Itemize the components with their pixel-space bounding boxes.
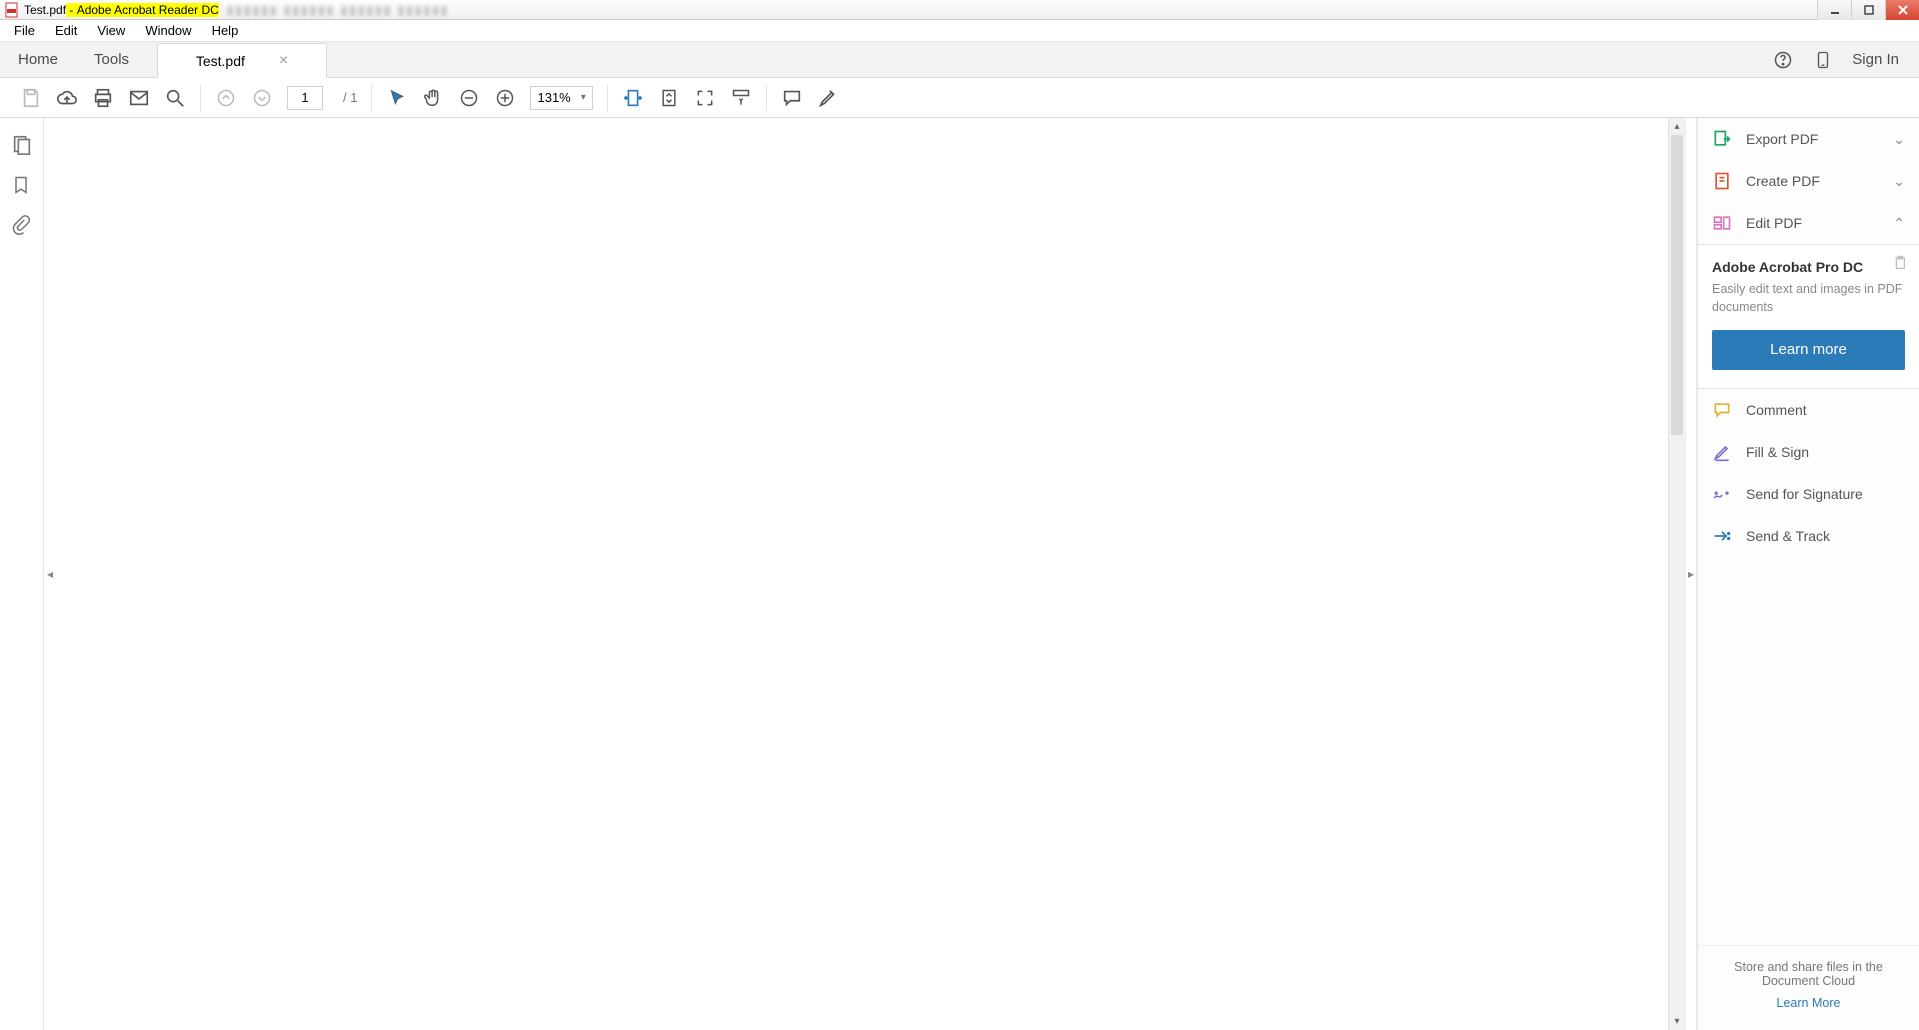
sign-in-link[interactable]: Sign In — [1852, 51, 1899, 68]
tool-create-pdf[interactable]: Create PDF ⌄ — [1698, 160, 1919, 202]
tool-label: Send & Track — [1746, 528, 1830, 544]
tool-comment[interactable]: Comment — [1698, 389, 1919, 431]
menu-help[interactable]: Help — [202, 20, 249, 42]
menu-view[interactable]: View — [87, 20, 135, 42]
tool-send-track[interactable]: Send & Track — [1698, 515, 1919, 557]
create-pdf-icon — [1712, 171, 1732, 191]
comment-tool-icon — [1712, 400, 1732, 420]
help-icon[interactable] — [1772, 49, 1794, 71]
tool-send-signature[interactable]: Send for Signature — [1698, 473, 1919, 515]
vertical-scrollbar[interactable]: ▴ ▾ — [1668, 118, 1685, 1030]
blurred-tabs: ▮▮▮▮▮▮ ▮▮▮▮▮▮ ▮▮▮▮▮▮ ▮▮▮▮▮▮ — [227, 3, 450, 17]
attachment-icon[interactable] — [11, 214, 33, 236]
window-title-app: Adobe Acrobat Reader DC — [77, 3, 219, 17]
hand-tool-icon[interactable] — [422, 87, 444, 109]
promo-desc: Easily edit text and images in PDF docum… — [1712, 281, 1905, 316]
scroll-thumb[interactable] — [1671, 135, 1683, 435]
tool-label: Fill & Sign — [1746, 444, 1809, 460]
tool-label: Comment — [1746, 402, 1807, 418]
selection-tool-icon[interactable] — [386, 87, 408, 109]
scroll-track[interactable] — [1669, 135, 1685, 1013]
footer-learn-more-link[interactable]: Learn More — [1718, 996, 1899, 1010]
send-track-icon — [1712, 526, 1732, 546]
tool-edit-pdf[interactable]: Edit PDF ⌃ — [1698, 202, 1919, 244]
zoom-in-icon[interactable] — [494, 87, 516, 109]
tab-close-icon[interactable]: × — [279, 53, 288, 69]
page-number-input[interactable] — [287, 86, 323, 110]
zoom-select[interactable]: 131% ▾ — [530, 86, 592, 110]
tab-document-label: Test.pdf — [196, 53, 245, 69]
tab-tools[interactable]: Tools — [76, 42, 147, 77]
document-area: ◂ ▴ ▾ — [44, 118, 1685, 1030]
right-panel-handle[interactable]: ▸ — [1685, 118, 1697, 1030]
main-area: ◂ ▴ ▾ ▸ Export PDF ⌄ Create PDF ⌄ Edit P… — [0, 118, 1919, 1030]
tool-export-pdf[interactable]: Export PDF ⌄ — [1698, 118, 1919, 160]
tool-label: Send for Signature — [1746, 486, 1863, 502]
zoom-out-icon[interactable] — [458, 87, 480, 109]
toolbar-separator — [766, 85, 767, 111]
close-button[interactable] — [1885, 0, 1919, 20]
chevron-down-icon: ⌄ — [1893, 173, 1905, 190]
toolbar-separator — [607, 85, 608, 111]
left-panel-handle[interactable]: ◂ — [44, 554, 56, 594]
zoom-value: 131% — [537, 90, 570, 105]
fill-sign-icon — [1712, 442, 1732, 462]
tool-label: Export PDF — [1746, 131, 1818, 147]
clipboard-icon — [1893, 255, 1909, 271]
export-pdf-icon — [1712, 129, 1732, 149]
menu-window[interactable]: Window — [135, 20, 201, 42]
highlight-icon[interactable] — [817, 87, 839, 109]
save-icon[interactable] — [20, 87, 42, 109]
minimize-button[interactable] — [1817, 0, 1851, 20]
thumbnails-icon[interactable] — [11, 134, 33, 156]
tool-label: Create PDF — [1746, 173, 1820, 189]
search-icon[interactable] — [164, 87, 186, 109]
tool-label: Edit PDF — [1746, 215, 1802, 231]
read-mode-icon[interactable] — [730, 87, 752, 109]
footer-text: Store and share files in the Document Cl… — [1718, 960, 1899, 988]
cloud-footer: Store and share files in the Document Cl… — [1698, 945, 1919, 1030]
page-total: / 1 — [343, 90, 357, 105]
caret-down-icon: ▾ — [581, 92, 586, 103]
maximize-button[interactable] — [1851, 0, 1885, 20]
learn-more-button[interactable]: Learn more — [1712, 330, 1905, 370]
scroll-up-icon[interactable]: ▴ — [1669, 118, 1685, 135]
tab-home[interactable]: Home — [0, 42, 76, 77]
page-up-icon[interactable] — [215, 87, 237, 109]
toolbar-separator — [371, 85, 372, 111]
edit-pdf-promo: Adobe Acrobat Pro DC Easily edit text an… — [1698, 245, 1919, 389]
fit-page-icon[interactable] — [658, 87, 680, 109]
mobile-icon[interactable] — [1812, 49, 1834, 71]
pdf-file-icon — [4, 2, 20, 18]
scroll-down-icon[interactable]: ▾ — [1669, 1013, 1685, 1030]
main-toolbar: / 1 131% ▾ — [0, 78, 1919, 118]
chevron-up-icon: ⌃ — [1893, 215, 1905, 232]
promo-title: Adobe Acrobat Pro DC — [1712, 259, 1905, 275]
tools-panel: Export PDF ⌄ Create PDF ⌄ Edit PDF ⌃ Ado… — [1697, 118, 1919, 1030]
window-controls — [1817, 0, 1919, 20]
comment-icon[interactable] — [781, 87, 803, 109]
window-title-sep: - — [66, 3, 77, 17]
chevron-down-icon: ⌄ — [1893, 131, 1905, 148]
send-signature-icon — [1712, 484, 1732, 504]
menu-file[interactable]: File — [4, 20, 45, 42]
window-titlebar: Test.pdf - Adobe Acrobat Reader DC ▮▮▮▮▮… — [0, 0, 1919, 20]
window-title-file: Test.pdf — [24, 3, 66, 17]
bookmark-icon[interactable] — [11, 174, 33, 196]
menu-edit[interactable]: Edit — [45, 20, 87, 42]
toolbar-separator — [200, 85, 201, 111]
page-down-icon[interactable] — [251, 87, 273, 109]
left-rail — [0, 118, 44, 1030]
tab-strip: Home Tools Test.pdf × Sign In — [0, 42, 1919, 78]
fullscreen-icon[interactable] — [694, 87, 716, 109]
document-canvas[interactable] — [44, 118, 1668, 1030]
tool-fill-sign[interactable]: Fill & Sign — [1698, 431, 1919, 473]
tab-document[interactable]: Test.pdf × — [157, 43, 327, 78]
email-icon[interactable] — [128, 87, 150, 109]
print-icon[interactable] — [92, 87, 114, 109]
fit-width-icon[interactable] — [622, 87, 644, 109]
edit-pdf-icon — [1712, 213, 1732, 233]
menu-bar: File Edit View Window Help — [0, 20, 1919, 42]
cloud-upload-icon[interactable] — [56, 87, 78, 109]
